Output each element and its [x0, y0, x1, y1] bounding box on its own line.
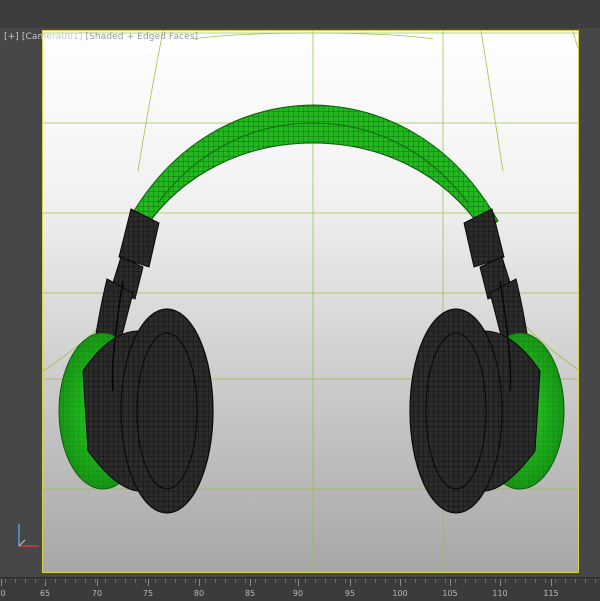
viewport-label: [+] [Camera001] [Shaded + Edged Faces]	[4, 32, 201, 42]
ruler-minor-tick	[225, 579, 226, 583]
ruler-minor-tick	[385, 579, 386, 583]
ruler-minor-tick	[535, 579, 536, 583]
ruler-label: 90	[292, 589, 304, 598]
ruler-minor-tick	[65, 579, 66, 583]
viewport-menu-button[interactable]: [+]	[4, 32, 19, 42]
ruler-minor-tick	[215, 579, 216, 583]
ruler-label: 100	[392, 589, 408, 598]
ruler-minor-tick	[545, 579, 546, 583]
ruler-minor-tick	[245, 579, 246, 583]
ruler-minor-tick	[105, 579, 106, 583]
ruler-label: 85	[244, 589, 256, 598]
ruler-minor-tick	[325, 579, 326, 583]
ruler-tick	[298, 579, 299, 586]
ruler-minor-tick	[125, 579, 126, 583]
ruler-label: 95	[344, 589, 356, 598]
app-window: [+] [Camera001] [Shaded + Edged Faces] 0…	[0, 0, 600, 601]
ruler-minor-tick	[305, 579, 306, 583]
ruler-minor-tick	[55, 579, 56, 583]
ruler-minor-tick	[75, 579, 76, 583]
ruler-minor-tick	[135, 579, 136, 583]
ruler-label: 105	[442, 589, 458, 598]
ruler-minor-tick	[555, 579, 556, 583]
ruler-minor-tick	[425, 579, 426, 583]
ruler-tick	[97, 579, 98, 586]
ruler-tick	[148, 579, 149, 586]
ruler-label: 115	[543, 589, 559, 598]
ruler-tick	[400, 579, 401, 586]
ruler-minor-tick	[375, 579, 376, 583]
ruler-minor-tick	[175, 579, 176, 583]
ruler-label: 0	[0, 589, 6, 598]
ruler-minor-tick	[405, 579, 406, 583]
ruler-minor-tick	[25, 579, 26, 583]
ruler-tick	[500, 579, 501, 586]
ruler-minor-tick	[275, 579, 276, 583]
camera-viewport[interactable]: [+] [Camera001] [Shaded + Edged Faces]	[0, 28, 600, 577]
ruler-label: 65	[39, 589, 51, 598]
ruler-minor-tick	[85, 579, 86, 583]
viewport-camera-button[interactable]: [Camera001]	[22, 32, 83, 42]
ruler-minor-tick	[115, 579, 116, 583]
ruler-minor-tick	[295, 579, 296, 583]
ruler-minor-tick	[155, 579, 156, 583]
ruler-minor-tick	[395, 579, 396, 583]
ruler-minor-tick	[485, 579, 486, 583]
ruler-minor-tick	[285, 579, 286, 583]
ruler-minor-tick	[365, 579, 366, 583]
ruler-minor-tick	[415, 579, 416, 583]
ruler-label: 75	[142, 589, 154, 598]
left-ear-cup	[58, 308, 214, 514]
ruler-minor-tick	[345, 579, 346, 583]
ruler-minor-tick	[495, 579, 496, 583]
scene-canvas	[43, 31, 578, 572]
ruler-minor-tick	[95, 579, 96, 583]
ruler-minor-tick	[195, 579, 196, 583]
ruler-minor-tick	[45, 579, 46, 583]
ruler-label: 70	[91, 589, 103, 598]
ruler-minor-tick	[145, 579, 146, 583]
ruler-minor-tick	[355, 579, 356, 583]
ruler-label: 80	[193, 589, 205, 598]
ruler-tick	[450, 579, 451, 586]
ruler-tick	[350, 579, 351, 586]
ruler-minor-tick	[185, 579, 186, 583]
ruler-minor-tick	[315, 579, 316, 583]
ruler-minor-tick	[35, 579, 36, 583]
ruler-minor-tick	[585, 579, 586, 583]
ruler-minor-tick	[205, 579, 206, 583]
ruler-minor-tick	[525, 579, 526, 583]
ruler-minor-tick	[235, 579, 236, 583]
ruler-minor-tick	[5, 579, 6, 583]
ruler-minor-tick	[445, 579, 446, 583]
ruler-minor-tick	[335, 579, 336, 583]
ruler-minor-tick	[515, 579, 516, 583]
right-ear-cup	[409, 308, 565, 514]
axis-tripod-icon	[18, 524, 39, 547]
ruler-tick	[551, 579, 552, 586]
ruler-tick	[199, 579, 200, 586]
ruler-minor-tick	[465, 579, 466, 583]
ruler-minor-tick	[575, 579, 576, 583]
safe-frame	[42, 30, 579, 573]
ruler-tick	[1, 579, 2, 586]
viewport-shading-button[interactable]: [Shaded + Edged Faces]	[86, 32, 199, 42]
ruler-minor-tick	[455, 579, 456, 583]
ruler-minor-tick	[15, 579, 16, 583]
ruler-minor-tick	[505, 579, 506, 583]
ruler-tick	[250, 579, 251, 586]
ruler-minor-tick	[265, 579, 266, 583]
ruler-minor-tick	[595, 579, 596, 583]
ruler-minor-tick	[565, 579, 566, 583]
ruler-minor-tick	[475, 579, 476, 583]
toolbar-strip	[0, 0, 600, 29]
ruler-label: 110	[492, 589, 508, 598]
axis-gizmo	[13, 518, 43, 552]
ruler-minor-tick	[165, 579, 166, 583]
ruler-minor-tick	[435, 579, 436, 583]
time-ruler[interactable]: 0 65 70 75 80 85 90 95 100 105 110 115	[0, 577, 600, 601]
ruler-minor-tick	[255, 579, 256, 583]
